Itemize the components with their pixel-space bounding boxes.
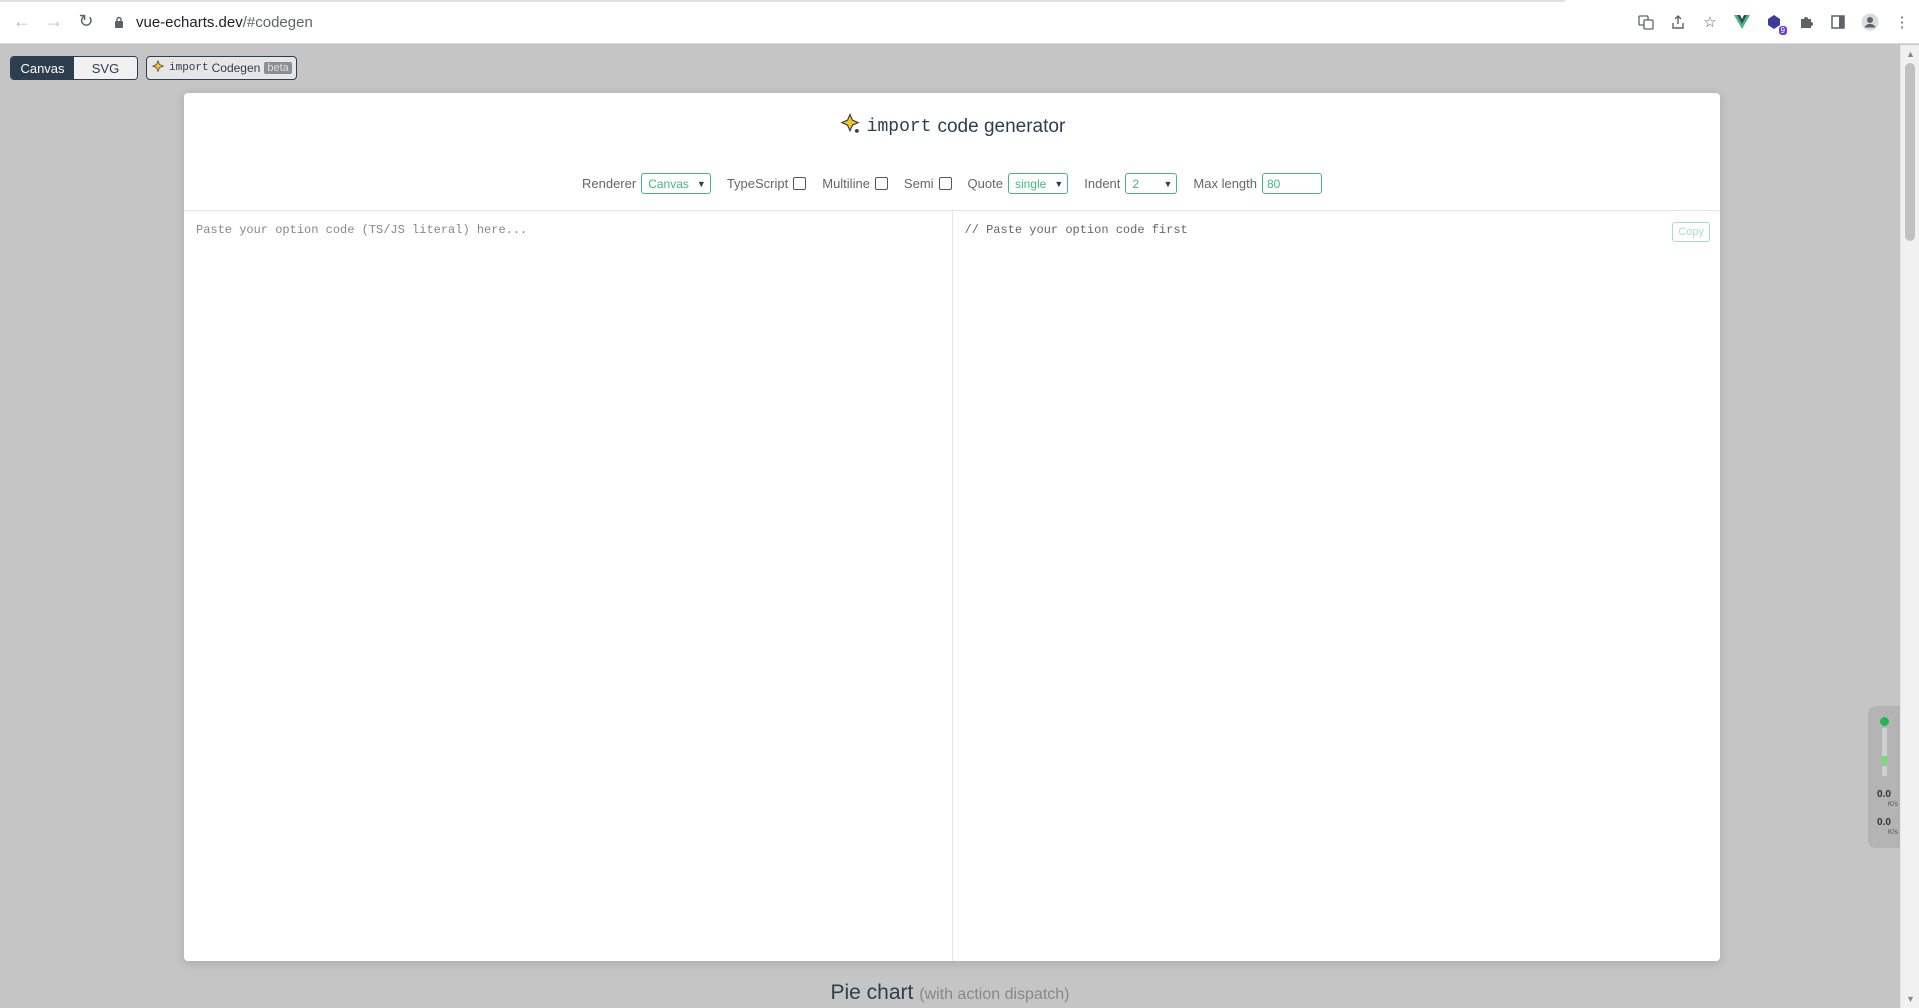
quote-option: Quote single ▼ bbox=[968, 173, 1069, 194]
multiline-label: Multiline bbox=[822, 176, 870, 191]
scrollbar-thumb[interactable] bbox=[1905, 63, 1915, 241]
share-icon[interactable] bbox=[1667, 11, 1689, 33]
chevron-down-icon: ▼ bbox=[696, 178, 706, 189]
download-unit: K/s bbox=[1887, 801, 1898, 808]
beta-badge: beta bbox=[264, 62, 292, 74]
browser-menu-icon[interactable]: ⋮ bbox=[1891, 11, 1913, 33]
codegen-options: Renderer Canvas ▼ TypeScript Multiline S… bbox=[184, 173, 1720, 194]
codegen-code-word: import bbox=[169, 62, 209, 74]
maxlength-input[interactable]: 80 bbox=[1262, 173, 1322, 194]
indent-label: Indent bbox=[1084, 176, 1121, 191]
scroll-up-arrow-icon[interactable]: ▲ bbox=[1906, 49, 1915, 59]
sparkle-logo-icon bbox=[151, 59, 165, 77]
title-text: code generator bbox=[937, 116, 1066, 137]
renderer-select-value: Canvas bbox=[648, 176, 689, 191]
address-bar[interactable]: vue-echarts.dev/#codegen bbox=[110, 6, 1760, 38]
chevron-down-icon: ▼ bbox=[1054, 178, 1064, 189]
multiline-option: Multiline bbox=[822, 176, 888, 191]
download-speed: 0.0 bbox=[1877, 789, 1891, 800]
maxlength-label: Max length bbox=[1193, 176, 1257, 191]
forward-arrow-icon[interactable]: → bbox=[38, 6, 70, 38]
renderer-select[interactable]: Canvas ▼ bbox=[641, 173, 711, 194]
section-title: Pie chart bbox=[830, 981, 914, 1004]
renderer-canvas-button[interactable]: Canvas bbox=[11, 57, 74, 79]
renderer-label: Renderer bbox=[582, 176, 637, 191]
url-host: vue-echarts.dev bbox=[136, 13, 243, 31]
semi-checkbox[interactable] bbox=[938, 177, 952, 190]
scroll-down-arrow-icon[interactable]: ▼ bbox=[1906, 994, 1915, 1004]
editor-split: Paste your option code (TS/JS literal) h… bbox=[184, 210, 1720, 961]
reload-icon[interactable]: ↻ bbox=[70, 6, 102, 38]
copy-button[interactable]: Copy bbox=[1672, 222, 1710, 242]
loading-progress-bar bbox=[0, 0, 1565, 2]
page-backdrop: Canvas SVG import Codegen beta import co… bbox=[0, 45, 1900, 1008]
traffic-meter bbox=[1882, 728, 1887, 776]
multiline-checkbox[interactable] bbox=[874, 177, 888, 190]
profile-avatar-icon[interactable] bbox=[1859, 11, 1881, 33]
title-code-word: import bbox=[866, 117, 932, 137]
quote-label: Quote bbox=[967, 176, 1003, 191]
browser-actions: ☆ 9 ⋮ bbox=[1635, 6, 1919, 38]
bookmark-star-icon[interactable]: ☆ bbox=[1699, 11, 1721, 33]
side-panel-icon[interactable] bbox=[1827, 11, 1849, 33]
lock-icon[interactable] bbox=[110, 13, 128, 31]
generated-code-output[interactable]: // Paste your option code first Copy bbox=[953, 211, 1721, 961]
renderer-toggle: Canvas SVG bbox=[10, 56, 138, 80]
page-scrollbar[interactable]: ▲ ▼ bbox=[1900, 45, 1919, 1008]
extension-badge-icon[interactable]: 9 bbox=[1763, 11, 1787, 35]
option-code-input[interactable]: Paste your option code (TS/JS literal) h… bbox=[184, 211, 953, 961]
codegen-label: Codegen bbox=[211, 61, 261, 75]
indent-option: Indent 2 ▼ bbox=[1084, 173, 1178, 194]
traffic-meter-fill bbox=[1882, 756, 1887, 766]
sparkle-logo-icon bbox=[839, 112, 861, 141]
network-monitor-widget[interactable]: 0.0 K/s 0.0 K/s bbox=[1868, 706, 1900, 848]
url-text[interactable]: vue-echarts.dev/#codegen bbox=[136, 14, 313, 31]
section-subtitle: (with action dispatch) bbox=[919, 986, 1070, 1003]
extensions-puzzle-icon[interactable] bbox=[1795, 11, 1817, 33]
codegen-modal: import code generator Renderer Canvas ▼ … bbox=[184, 93, 1720, 961]
semi-label: Semi bbox=[903, 176, 934, 191]
semi-option: Semi bbox=[904, 176, 952, 191]
vue-devtools-icon[interactable] bbox=[1731, 11, 1753, 33]
indent-select-value: 2 bbox=[1132, 176, 1140, 191]
renderer-svg-button[interactable]: SVG bbox=[74, 57, 137, 79]
pie-chart-heading: Pie chart (with action dispatch) bbox=[0, 981, 1900, 1005]
input-placeholder: Paste your option code (TS/JS literal) h… bbox=[196, 223, 528, 237]
maxlength-option: Max length 80 bbox=[1193, 173, 1322, 194]
chevron-down-icon: ▼ bbox=[1163, 178, 1173, 189]
typescript-checkbox[interactable] bbox=[793, 177, 807, 190]
quote-select[interactable]: single ▼ bbox=[1007, 173, 1069, 194]
extension-badge-count: 9 bbox=[1778, 26, 1787, 35]
status-dot-icon bbox=[1880, 717, 1889, 726]
upload-speed: 0.0 bbox=[1877, 817, 1891, 828]
upload-unit: K/s bbox=[1887, 829, 1898, 836]
typescript-option: TypeScript bbox=[726, 176, 807, 191]
output-text: // Paste your option code first bbox=[964, 223, 1188, 237]
browser-toolbar: ← → ↻ vue-echarts.dev/#codegen ☆ 9 ⋮ bbox=[0, 0, 1919, 44]
translate-icon[interactable] bbox=[1635, 11, 1657, 33]
typescript-label: TypeScript bbox=[726, 176, 789, 191]
url-path: /#codegen bbox=[242, 13, 313, 31]
indent-select[interactable]: 2 ▼ bbox=[1125, 173, 1178, 194]
back-arrow-icon[interactable]: ← bbox=[6, 6, 38, 38]
renderer-option: Renderer Canvas ▼ bbox=[582, 173, 711, 194]
quote-select-value: single bbox=[1014, 176, 1047, 191]
import-codegen-button[interactable]: import Codegen beta bbox=[146, 56, 297, 80]
modal-title: import code generator bbox=[184, 112, 1720, 141]
